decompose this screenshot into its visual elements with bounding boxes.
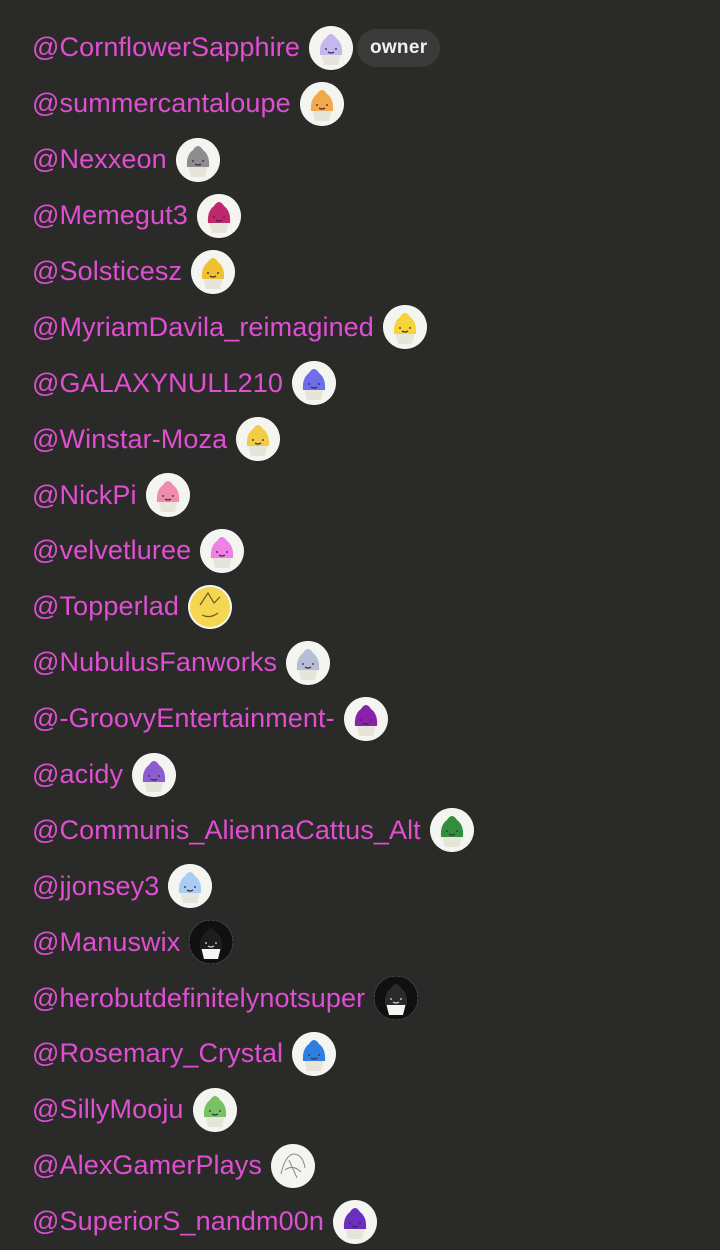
cupcake-red-pink-avatar-icon-glyph bbox=[196, 193, 241, 238]
member-handle-link[interactable]: @herobutdefinitelynotsuper bbox=[32, 984, 365, 1012]
member-row: @Rosemary_Crystal bbox=[0, 1026, 720, 1082]
member-row: @CornflowerSapphire owner bbox=[0, 20, 720, 76]
member-handle-link[interactable]: @NickPi bbox=[32, 481, 137, 509]
member-list: @CornflowerSapphire owner @summercantalo… bbox=[0, 20, 720, 1250]
member-row: @SillyMooju bbox=[0, 1082, 720, 1138]
cupcake-magenta-avatar-icon[interactable] bbox=[200, 528, 245, 573]
member-row: @jjonsey3 bbox=[0, 858, 720, 914]
member-row: @NickPi bbox=[0, 467, 720, 523]
cantaloupe-avatar-icon-glyph bbox=[299, 81, 344, 126]
owner-badge: owner bbox=[356, 28, 441, 67]
member-handle-link[interactable]: @velvetluree bbox=[32, 537, 191, 564]
cupcake-gray-avatar-icon[interactable] bbox=[175, 137, 220, 182]
member-row: @herobutdefinitelynotsuper bbox=[0, 970, 720, 1026]
cupcake-magenta-avatar-icon-glyph bbox=[200, 528, 245, 573]
member-handle-link[interactable]: @SuperiorS_nandm00n bbox=[32, 1208, 324, 1235]
cupcake-yellow-avatar-icon[interactable] bbox=[191, 249, 236, 294]
member-row: @acidy bbox=[0, 747, 720, 803]
cupcake-periwinkle-avatar-icon[interactable] bbox=[291, 361, 336, 406]
member-row: @Memegut3 bbox=[0, 188, 720, 244]
member-handle-link[interactable]: @GALAXYNULL210 bbox=[32, 369, 283, 397]
cupcake-yellow-blue-avatar-icon[interactable] bbox=[382, 305, 427, 350]
member-row: @Solsticesz bbox=[0, 244, 720, 300]
member-row: @Communis_AliennaCattus_Alt bbox=[0, 802, 720, 858]
member-handle-link[interactable]: @Memegut3 bbox=[32, 202, 188, 229]
member-row: @GALAXYNULL210 bbox=[0, 355, 720, 411]
cupcake-black-avatar-icon[interactable] bbox=[189, 920, 234, 965]
cupcake-blue-avatar-icon-glyph bbox=[292, 1031, 337, 1076]
member-row: @AlexGamerPlays bbox=[0, 1138, 720, 1194]
line-sketch-avatar-icon-glyph bbox=[270, 1143, 315, 1188]
cupcake-pink-avatar-icon-glyph bbox=[145, 473, 190, 518]
member-handle-link[interactable]: @Solsticesz bbox=[32, 258, 182, 285]
cupcake-green-purple-avatar-icon-glyph bbox=[192, 1087, 237, 1132]
member-handle-link[interactable]: @CornflowerSapphire bbox=[32, 34, 300, 61]
cupcake-black-orange-avatar-icon-glyph bbox=[374, 976, 419, 1021]
line-sketch-avatar-icon[interactable] bbox=[270, 1143, 315, 1188]
cupcake-silver-avatar-icon-glyph bbox=[286, 640, 331, 685]
member-row: @MyriamDavila_reimagined bbox=[0, 299, 720, 355]
cupcake-violet-avatar-icon-glyph bbox=[333, 1199, 377, 1244]
yellow-sketch-avatar-icon[interactable] bbox=[188, 584, 232, 629]
member-handle-link[interactable]: @acidy bbox=[32, 761, 123, 788]
member-handle-link[interactable]: @Topperlad bbox=[32, 593, 179, 620]
cupcake-gray-avatar-icon-glyph bbox=[175, 137, 220, 182]
purple-creature-avatar-icon-glyph bbox=[132, 752, 177, 797]
cupcake-red-pink-avatar-icon[interactable] bbox=[196, 193, 241, 238]
member-row: @NubulusFanworks bbox=[0, 635, 720, 691]
cupcake-violet-avatar-icon[interactable] bbox=[333, 1199, 377, 1244]
cupcake-blue-avatar-icon[interactable] bbox=[292, 1031, 337, 1076]
member-handle-link[interactable]: @SillyMooju bbox=[32, 1096, 184, 1123]
yellow-sketch-avatar-icon-glyph bbox=[188, 584, 232, 629]
member-handle-link[interactable]: @Rosemary_Crystal bbox=[32, 1040, 283, 1067]
member-row: @Topperlad bbox=[0, 579, 720, 635]
green-alien-avatar-icon-glyph bbox=[429, 808, 474, 853]
member-handle-link[interactable]: @jjonsey3 bbox=[32, 872, 159, 900]
cupcake-purple-avatar-icon-glyph bbox=[343, 696, 388, 741]
member-handle-link[interactable]: @summercantaloupe bbox=[32, 90, 291, 117]
member-row: @-GroovyEntertainment- bbox=[0, 691, 720, 747]
cupcake-black-avatar-icon-glyph bbox=[189, 920, 234, 965]
member-row: @Manuswix bbox=[0, 914, 720, 970]
member-row: @SuperiorS_nandm00n bbox=[0, 1194, 720, 1250]
member-handle-link[interactable]: @MyriamDavila_reimagined bbox=[32, 313, 374, 341]
cupcake-yellow-avatar-icon[interactable] bbox=[236, 417, 281, 462]
member-row: @velvetluree bbox=[0, 523, 720, 579]
cantaloupe-avatar-icon[interactable] bbox=[299, 81, 344, 126]
member-handle-link[interactable]: @Winstar-Moza bbox=[32, 425, 227, 453]
cupcake-black-orange-avatar-icon[interactable] bbox=[374, 976, 419, 1021]
cupcake-pink-avatar-icon[interactable] bbox=[145, 473, 190, 518]
purple-creature-avatar-icon[interactable] bbox=[132, 752, 177, 797]
cupcake-periwinkle-avatar-icon-glyph bbox=[291, 361, 336, 406]
member-handle-link[interactable]: @Nexxeon bbox=[32, 146, 167, 173]
member-row: @summercantaloupe bbox=[0, 76, 720, 132]
cupcake-lavender-avatar-icon-glyph bbox=[308, 25, 353, 70]
member-handle-link[interactable]: @-GroovyEntertainment- bbox=[32, 705, 335, 732]
member-row: @Winstar-Moza bbox=[0, 411, 720, 467]
member-handle-link[interactable]: @AlexGamerPlays bbox=[32, 1152, 262, 1179]
member-handle-link[interactable]: @Communis_AliennaCattus_Alt bbox=[32, 816, 421, 844]
cupcake-lavender-avatar-icon[interactable] bbox=[308, 25, 353, 70]
member-handle-link[interactable]: @NubulusFanworks bbox=[32, 649, 277, 676]
cupcake-yellow-blue-avatar-icon-glyph bbox=[382, 305, 427, 350]
cupcake-light-blue-avatar-icon[interactable] bbox=[168, 864, 213, 909]
cupcake-light-blue-avatar-icon-glyph bbox=[168, 864, 213, 909]
member-row: @Nexxeon bbox=[0, 132, 720, 188]
green-alien-avatar-icon[interactable] bbox=[429, 808, 474, 853]
cupcake-yellow-avatar-icon-glyph bbox=[191, 249, 236, 294]
cupcake-green-purple-avatar-icon[interactable] bbox=[192, 1087, 237, 1132]
cupcake-purple-avatar-icon[interactable] bbox=[343, 696, 388, 741]
cupcake-silver-avatar-icon[interactable] bbox=[286, 640, 331, 685]
member-handle-link[interactable]: @Manuswix bbox=[32, 928, 180, 956]
cupcake-yellow-avatar-icon-glyph bbox=[236, 417, 281, 462]
